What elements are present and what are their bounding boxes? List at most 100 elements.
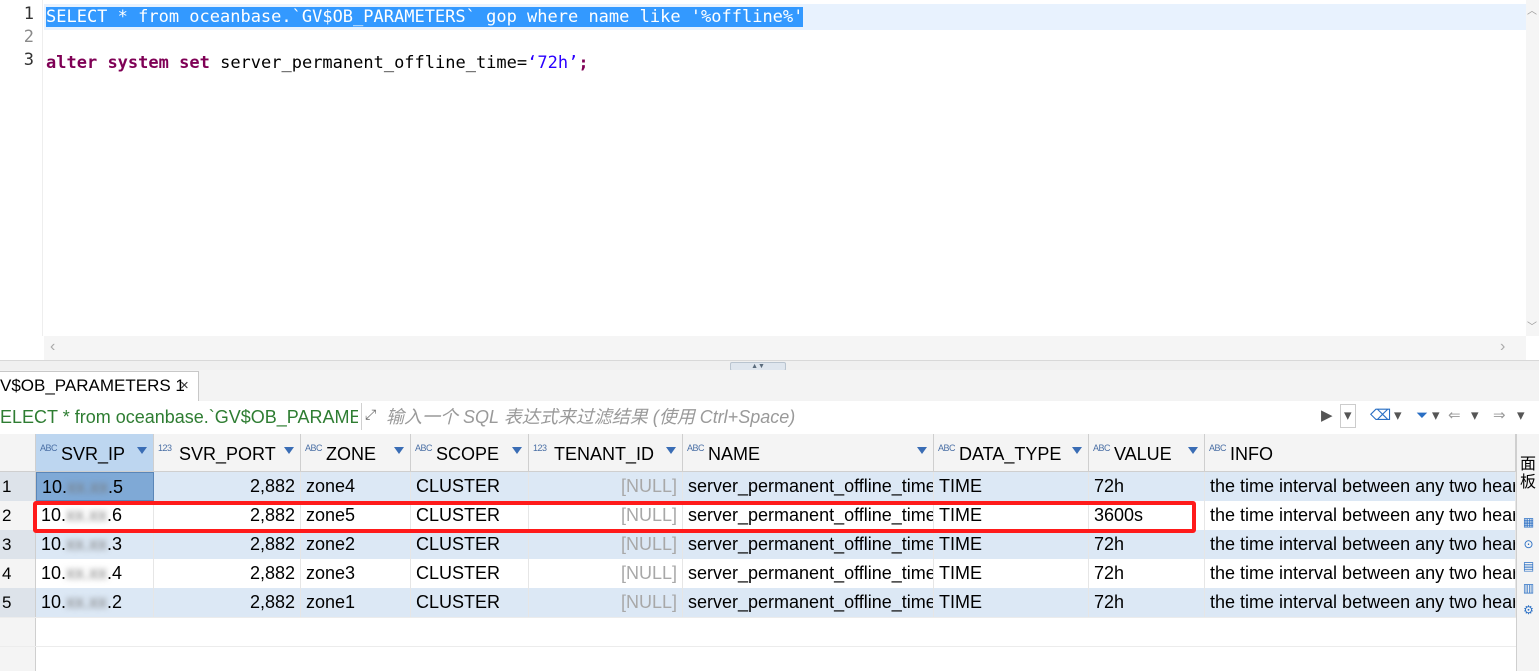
cell-info[interactable]: the time interval between any two heartb… (1205, 530, 1516, 559)
sort-dropdown-icon[interactable] (666, 447, 676, 454)
cell-name[interactable]: server_permanent_offline_time (683, 588, 934, 617)
apply-filter-icon[interactable]: ▶ (1321, 405, 1333, 427)
tab-label: V$OB_PARAMETERS 1 (0, 376, 185, 395)
table-row[interactable]: 5 10.xx.xx.2 2,882 zone1 CLUSTER [NULL] … (0, 588, 1516, 617)
refresh-icon[interactable]: ⊙ (1522, 538, 1535, 551)
cell-tenant-id[interactable]: [NULL] (529, 559, 683, 588)
cell-tenant-id[interactable]: [NULL] (529, 588, 683, 617)
cell-info[interactable]: the time interval between any two heartb… (1205, 501, 1516, 530)
row-number-header[interactable] (0, 434, 36, 472)
type-icon: 123 (533, 443, 547, 453)
cell-svr-port[interactable]: 2,882 (154, 472, 301, 501)
scroll-down-icon[interactable]: ﹀ (1527, 318, 1537, 333)
cell-value[interactable]: 72h (1089, 588, 1205, 617)
cell-scope[interactable]: CLUSTER (411, 530, 529, 559)
chevron-down-icon[interactable]: ▾ (1432, 405, 1440, 427)
eraser-icon[interactable]: ⌫ (1370, 405, 1391, 427)
chevron-down-icon[interactable]: ▾ (1517, 405, 1525, 427)
sort-dropdown-icon[interactable] (512, 447, 522, 454)
filter-input[interactable]: ⤢ 输入一个 SQL 表达式来过滤结果 (使用 Ctrl+Space) (361, 403, 1337, 430)
filter-icon[interactable]: ⏷ (1416, 405, 1428, 427)
ip-prefix: 10. (41, 592, 67, 612)
grid-view-icon[interactable]: ▦ (1522, 516, 1535, 529)
forward-icon[interactable]: ⇒ (1493, 405, 1506, 427)
cell-svr-port[interactable]: 2,882 (154, 559, 301, 588)
column-header-name[interactable]: ABC NAME (683, 434, 934, 472)
selected-sql-text[interactable]: SELECT * from oceanbase.`GV$OB_PARAMETER… (46, 7, 804, 27)
column-header-value[interactable]: ABC VALUE (1089, 434, 1205, 472)
cell-value[interactable]: 72h (1089, 559, 1205, 588)
cell-tenant-id[interactable]: [NULL] (529, 472, 683, 501)
cell-data-type[interactable]: TIME (934, 559, 1089, 588)
column-header-svr-ip[interactable]: ABC SVR_IP (36, 434, 154, 472)
cell-data-type[interactable]: TIME (934, 472, 1089, 501)
cell-info[interactable]: the time interval between any two heartb… (1205, 588, 1516, 617)
cell-name[interactable]: server_permanent_offline_time (683, 530, 934, 559)
code-line-3[interactable]: alter system set server_permanent_offlin… (46, 50, 589, 76)
scroll-up-icon[interactable]: ︿ (1527, 2, 1537, 17)
sort-dropdown-icon[interactable] (137, 447, 147, 454)
sql-editor[interactable]: 1 2 3 SELECT * from oceanbase.`GV$OB_PAR… (0, 0, 1526, 336)
panels-toggle[interactable]: 面板 (1520, 456, 1538, 492)
scroll-right-icon[interactable]: › (1500, 338, 1505, 356)
cell-zone[interactable]: zone2 (301, 530, 411, 559)
column-name: SCOPE (436, 444, 500, 464)
cell-name[interactable]: server_permanent_offline_time (683, 472, 934, 501)
row-number: 4 (0, 559, 36, 588)
cell-data-type[interactable]: TIME (934, 530, 1089, 559)
cell-data-type[interactable]: TIME (934, 588, 1089, 617)
record-view-icon[interactable]: ▥ (1522, 582, 1535, 595)
editor-horizontal-scrollbar[interactable]: ‹ › (44, 336, 1526, 360)
row-number: 3 (0, 530, 36, 559)
cell-tenant-id[interactable]: [NULL] (529, 530, 683, 559)
cell-info[interactable]: the time interval between any two heartb… (1205, 472, 1516, 501)
cell-svr-ip[interactable]: 10.xx.xx.5 (36, 472, 154, 501)
sort-dropdown-icon[interactable] (284, 447, 294, 454)
table-row[interactable]: 4 10.xx.xx.4 2,882 zone3 CLUSTER [NULL] … (0, 559, 1516, 588)
cell-svr-port[interactable]: 2,882 (154, 530, 301, 559)
sort-dropdown-icon[interactable] (917, 447, 927, 454)
column-header-data-type[interactable]: ABC DATA_TYPE (934, 434, 1089, 472)
cell-scope[interactable]: CLUSTER (411, 472, 529, 501)
cell-svr-port[interactable]: 2,882 (154, 588, 301, 617)
sort-dropdown-icon[interactable] (1072, 447, 1082, 454)
ip-suffix: .2 (107, 592, 123, 612)
chevron-down-icon[interactable]: ▾ (1471, 405, 1479, 427)
table-row[interactable]: 3 10.xx.xx.3 2,882 zone2 CLUSTER [NULL] … (0, 530, 1516, 559)
history-dropdown-icon[interactable]: ▾ (1340, 404, 1356, 428)
editor-vertical-scrollbar[interactable]: ︿ ﹀ (1526, 0, 1539, 336)
annotation-highlight-box (33, 501, 1196, 533)
code-line-1[interactable]: SELECT * from oceanbase.`GV$OB_PARAMETER… (46, 4, 804, 30)
tab-results[interactable]: V$OB_PARAMETERS 1 × (0, 371, 199, 402)
close-icon[interactable]: × (180, 372, 189, 400)
sort-dropdown-icon[interactable] (1188, 447, 1198, 454)
ip-prefix: 10. (41, 563, 67, 583)
cell-svr-ip[interactable]: 10.xx.xx.2 (36, 588, 154, 617)
cell-name[interactable]: server_permanent_offline_time (683, 559, 934, 588)
expand-icon[interactable]: ⤢ (365, 406, 381, 422)
column-header-scope[interactable]: ABC SCOPE (411, 434, 529, 472)
cell-value[interactable]: 72h (1089, 530, 1205, 559)
column-header-tenant-id[interactable]: 123 TENANT_ID (529, 434, 683, 472)
cell-svr-ip[interactable]: 10.xx.xx.4 (36, 559, 154, 588)
settings-icon[interactable]: ⚙ (1522, 604, 1535, 617)
column-header-info[interactable]: ABC INFO (1205, 434, 1516, 472)
cell-zone[interactable]: zone3 (301, 559, 411, 588)
cell-value[interactable]: 72h (1089, 472, 1205, 501)
column-header-zone[interactable]: ABC ZONE (301, 434, 411, 472)
cell-scope[interactable]: CLUSTER (411, 559, 529, 588)
type-icon: 123 (158, 443, 172, 453)
chevron-down-icon[interactable]: ▾ (1394, 405, 1402, 427)
table-row[interactable]: 1 10.xx.xx.5 2,882 zone4 CLUSTER [NULL] … (0, 472, 1516, 501)
cell-zone[interactable]: zone1 (301, 588, 411, 617)
column-header-svr-port[interactable]: 123 SVR_PORT (154, 434, 301, 472)
cell-svr-ip[interactable]: 10.xx.xx.3 (36, 530, 154, 559)
cell-zone[interactable]: zone4 (301, 472, 411, 501)
scroll-left-icon[interactable]: ‹ (50, 338, 55, 356)
column-name: TENANT_ID (554, 444, 655, 464)
cell-info[interactable]: the time interval between any two heartb… (1205, 559, 1516, 588)
cell-scope[interactable]: CLUSTER (411, 588, 529, 617)
sort-dropdown-icon[interactable] (394, 447, 404, 454)
back-icon[interactable]: ⇐ (1448, 405, 1461, 427)
text-view-icon[interactable]: ▤ (1522, 560, 1535, 573)
